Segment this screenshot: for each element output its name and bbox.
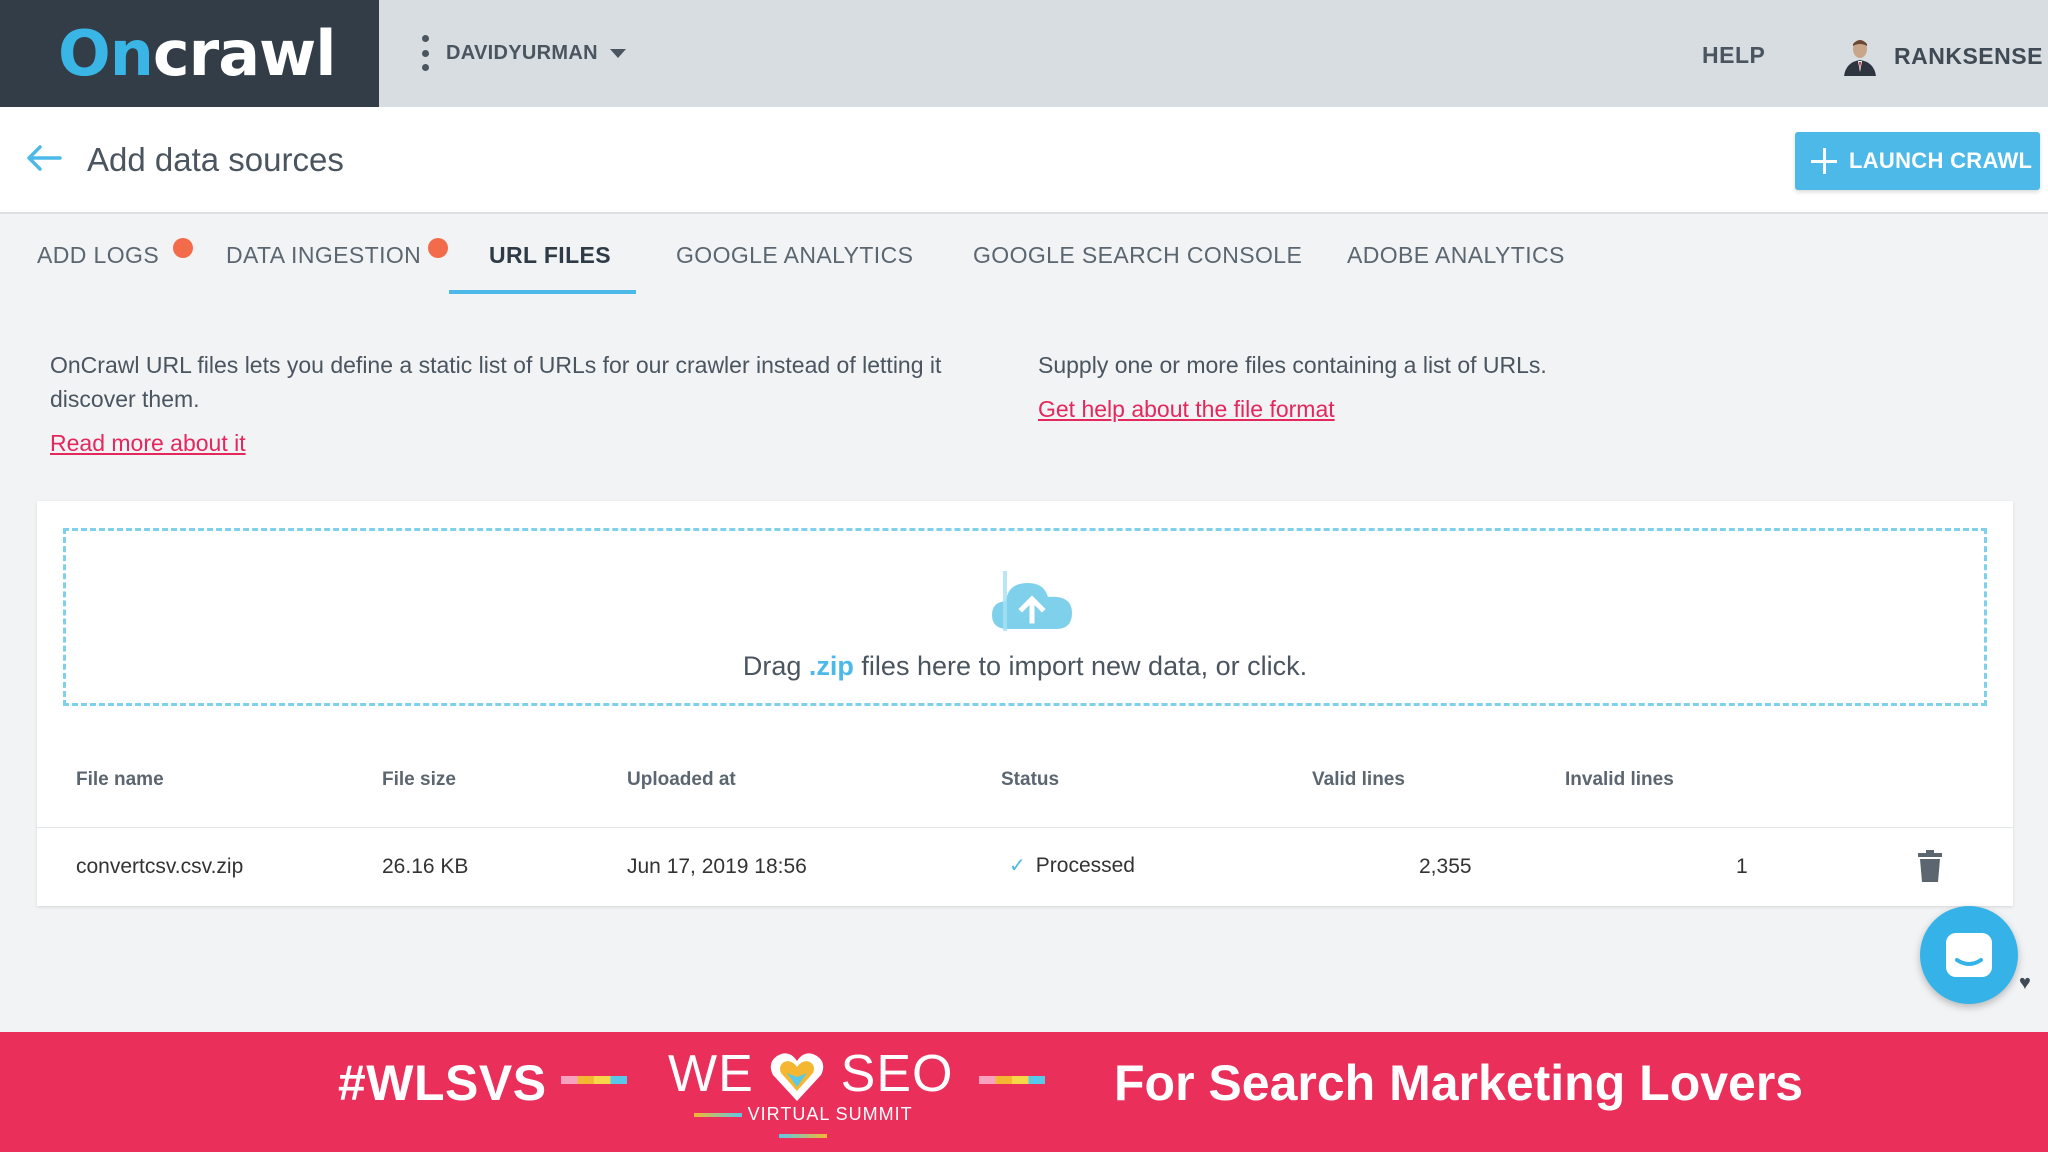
tab-data-ingestion-dot	[428, 238, 448, 258]
file-format-help-link[interactable]: Get help about the file format	[1038, 396, 1335, 423]
tab-adobe-analytics[interactable]: ADOBE ANALYTICS	[1347, 242, 1565, 269]
heart-icon: ♥	[2019, 972, 2031, 994]
cell-file-name: convertcsv.csv.zip	[76, 855, 244, 878]
chat-icon	[1946, 933, 1992, 977]
chevron-down-icon	[609, 48, 626, 58]
seo-text: SEO	[840, 1045, 954, 1103]
column-header-status[interactable]: Status	[1001, 769, 1059, 791]
check-icon: ✓	[1009, 855, 1026, 877]
read-more-link[interactable]: Read more about it	[50, 430, 246, 457]
cell-status: ✓ Processed	[1009, 853, 1135, 878]
logo-crawl: crawl	[152, 17, 337, 90]
tab-google-search-console[interactable]: GOOGLE SEARCH CONSOLE	[973, 242, 1302, 269]
avatar	[1842, 36, 1878, 76]
plus-icon	[1811, 148, 1837, 174]
column-header-invalid-lines[interactable]: Invalid lines	[1565, 769, 1674, 791]
launch-crawl-button[interactable]: LAUNCH CRAWL	[1795, 132, 2040, 190]
event-tagline: For Search Marketing Lovers	[1114, 1055, 1804, 1111]
event-hashtag: #WLSVS	[338, 1055, 547, 1111]
file-dropzone[interactable]: Drag .zip files here to import new data,…	[63, 528, 1987, 706]
cloud-upload-icon	[992, 571, 1072, 631]
project-name: DAVIDYURMAN	[446, 41, 598, 64]
status-text: Processed	[1035, 854, 1135, 877]
heart-logo-icon	[770, 1053, 824, 1102]
project-selector[interactable]: DAVIDYURMAN	[420, 35, 626, 71]
we-love-seo-logo: WE SEO	[668, 1044, 954, 1104]
tab-add-logs[interactable]: ADD LOGS	[37, 242, 159, 269]
table-divider	[37, 827, 2013, 828]
virtual-summit-label: VIRTUAL SUMMIT	[668, 1104, 938, 1146]
summit-text: VIRTUAL SUMMIT	[747, 1104, 913, 1124]
oncrawl-logo[interactable]: Oncrawl	[0, 0, 379, 107]
back-arrow-icon[interactable]	[26, 143, 62, 173]
column-header-file-name[interactable]: File name	[76, 769, 164, 791]
url-files-description: OnCrawl URL files lets you define a stat…	[50, 352, 942, 412]
chat-widget-button[interactable]	[1920, 906, 2018, 1004]
user-name: RANKSENSE	[1894, 42, 2043, 69]
page-header: Add data sources LAUNCH CRAWL	[0, 107, 2048, 214]
trash-icon[interactable]	[1917, 850, 1943, 882]
cell-invalid-lines: 1	[1736, 855, 1748, 878]
cell-uploaded-at: Jun 17, 2019 18:56	[627, 855, 807, 878]
zip-extension: .zip	[808, 651, 854, 681]
event-banner: #WLSVS WE SEO VIRTUAL SUMMIT For Search …	[0, 1032, 2048, 1152]
supply-files-text: Supply one or more files containing a li…	[1038, 352, 1547, 378]
dropzone-text-before: Drag	[742, 651, 809, 681]
cell-file-size: 26.16 KB	[382, 855, 469, 878]
we-text: WE	[668, 1045, 754, 1103]
tab-google-analytics[interactable]: GOOGLE ANALYTICS	[676, 242, 913, 269]
kebab-menu-icon[interactable]	[420, 35, 430, 71]
logo-on: On	[58, 17, 154, 90]
top-bar: Oncrawl DAVIDYURMAN HELP RANKSENSE	[0, 0, 2048, 107]
tab-url-files[interactable]: URL FILES	[489, 242, 611, 269]
summit-line-right	[779, 1134, 827, 1139]
dropzone-text: Drag .zip files here to import new data,…	[66, 651, 1984, 682]
tab-add-logs-dot	[173, 238, 193, 258]
cell-valid-lines: 2,355	[1419, 855, 1472, 878]
dropzone-text-after: files here to import new data, or click.	[853, 651, 1308, 681]
column-header-valid-lines[interactable]: Valid lines	[1312, 769, 1405, 791]
banner-stripe-left	[561, 1076, 627, 1084]
column-header-uploaded-at[interactable]: Uploaded at	[627, 769, 736, 791]
user-menu[interactable]: RANKSENSE	[1842, 36, 2043, 76]
active-tab-underline	[449, 290, 636, 294]
summit-line-left	[693, 1113, 742, 1118]
launch-crawl-label: LAUNCH CRAWL	[1849, 148, 2033, 173]
tab-data-ingestion[interactable]: DATA INGESTION	[226, 242, 421, 269]
page-title: Add data sources	[87, 141, 344, 178]
url-files-card: Drag .zip files here to import new data,…	[37, 501, 2013, 906]
source-tabs: ADD LOGS DATA INGESTION URL FILES GOOGLE…	[0, 216, 2048, 296]
column-header-file-size[interactable]: File size	[382, 769, 456, 791]
help-link[interactable]: HELP	[1702, 42, 1765, 69]
banner-stripe-right	[979, 1076, 1045, 1084]
